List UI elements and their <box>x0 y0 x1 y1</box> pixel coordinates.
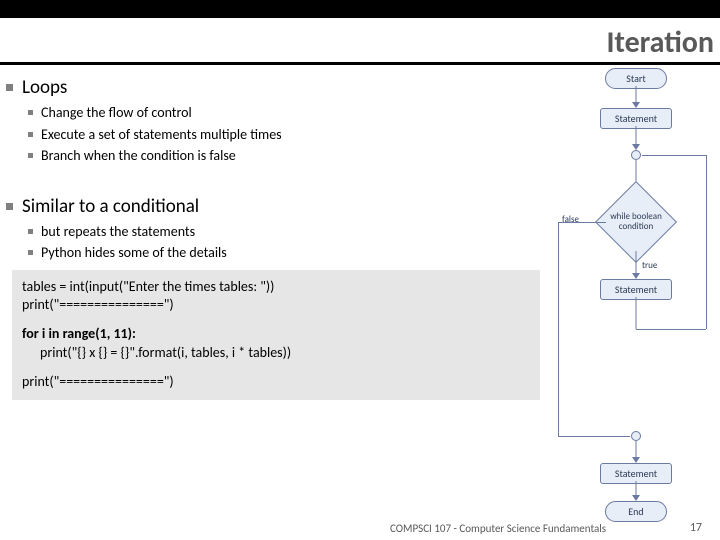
flow-label-true: true <box>642 260 657 271</box>
slide-title: Iteration <box>607 24 714 61</box>
item-text: but repeats the statements <box>41 223 195 241</box>
flow-line <box>558 222 559 436</box>
flow-line <box>636 297 637 329</box>
code-block: tables = int(input("Enter the times tabl… <box>12 270 540 400</box>
flow-line <box>636 126 637 146</box>
code-line: tables = int(input("Enter the times tabl… <box>22 278 530 297</box>
section-heading: Loops <box>6 76 546 99</box>
flow-line <box>558 222 606 223</box>
flow-line <box>706 155 707 329</box>
flow-junction <box>631 431 641 441</box>
flow-decision-text: while booleancondition <box>601 212 671 232</box>
bullet-icon <box>28 250 33 255</box>
item-text: Branch when the condition is false <box>41 147 236 165</box>
item-text: Execute a set of statements multiple tim… <box>41 126 282 144</box>
bullet-icon <box>28 229 33 234</box>
flow-label-false: false <box>562 214 579 225</box>
bullet-icon <box>6 84 13 91</box>
item-text: Python hides some of the details <box>41 244 227 262</box>
code-line: print("===============") <box>22 296 530 315</box>
bullet-icon <box>28 153 33 158</box>
list-item: Python hides some of the details <box>28 244 546 262</box>
list-item: Execute a set of statements multiple tim… <box>28 126 546 144</box>
bullet-icon <box>28 110 33 115</box>
flow-line <box>636 329 706 330</box>
heading-text: Loops <box>22 76 67 99</box>
flowchart: Start Statement while booleancondition f… <box>556 68 716 516</box>
section-heading: Similar to a conditional <box>6 195 546 218</box>
list-item: Change the flow of control <box>28 104 546 122</box>
code-line: print("{} x {} = {}".format(i, tables, i… <box>22 344 530 363</box>
flow-junction <box>631 150 641 160</box>
flow-line <box>642 155 706 156</box>
footer-course: COMPSCI 107 - Computer Science Fundament… <box>390 522 606 535</box>
bullet-icon <box>28 132 33 137</box>
code-line: for i in range(1, 11): <box>22 325 530 344</box>
code-line: print("===============") <box>22 373 530 392</box>
bullet-icon <box>6 203 13 210</box>
flow-end: End <box>605 501 667 522</box>
item-text: Change the flow of control <box>41 104 192 122</box>
flow-line <box>558 436 630 437</box>
flow-line <box>636 251 637 275</box>
list-item: Branch when the condition is false <box>28 147 546 165</box>
heading-text: Similar to a conditional <box>22 195 199 218</box>
title-rule <box>0 62 720 65</box>
list-item: but repeats the statements <box>28 223 546 241</box>
content-area: Loops Change the flow of control Execute… <box>6 72 546 400</box>
top-bar <box>0 0 720 18</box>
footer-page-number: 17 <box>690 521 702 535</box>
